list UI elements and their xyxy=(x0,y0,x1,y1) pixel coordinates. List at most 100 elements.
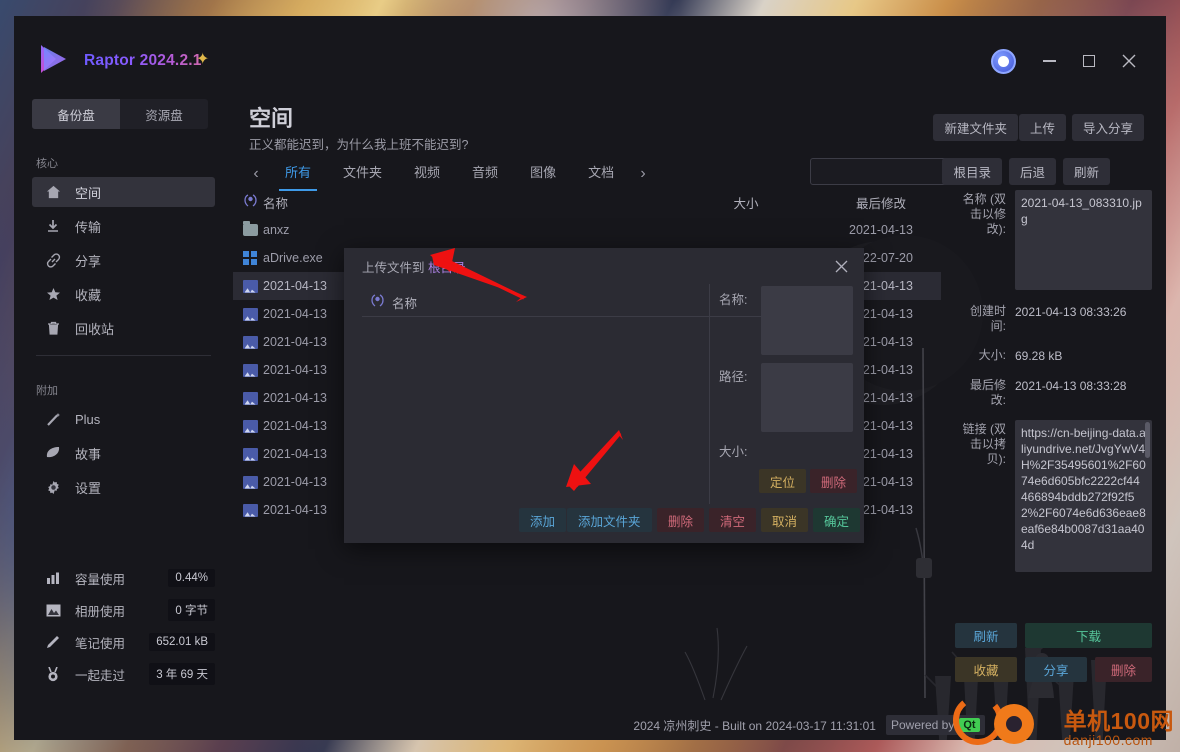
dialog-path-label: 路径: xyxy=(719,370,748,384)
stat-label: 相册使用 xyxy=(75,604,126,619)
leaf-icon xyxy=(41,446,65,460)
detail-button-row-secondary: 收藏 分享 删除 xyxy=(955,657,1152,682)
sidebar-item-space[interactable]: 空间 xyxy=(32,177,215,207)
detail-share-button[interactable]: 分享 xyxy=(1025,657,1087,682)
trash-icon xyxy=(41,321,65,335)
sidebar-item-label: 设置 xyxy=(75,480,102,496)
drive-tab-resource[interactable]: 资源盘 xyxy=(120,99,208,129)
dialog-delete-item-button[interactable]: 删除 xyxy=(810,469,858,493)
stat-value: 0.44% xyxy=(168,569,215,587)
image-icon xyxy=(237,447,263,461)
search-box[interactable] xyxy=(810,158,990,185)
windows-exe-icon xyxy=(237,251,263,265)
page-subtitle: 正义都能迟到，为什么我上班不能迟到? xyxy=(249,138,469,152)
photo-icon xyxy=(41,604,65,617)
laurel-icon xyxy=(362,294,392,310)
refresh-button[interactable]: 刷新 xyxy=(1062,158,1110,185)
detail-refresh-button[interactable]: 刷新 xyxy=(955,623,1017,648)
detail-button-row-primary: 刷新 下载 xyxy=(955,623,1152,648)
image-icon xyxy=(237,391,263,405)
image-icon xyxy=(237,335,263,349)
minimize-button[interactable] xyxy=(1032,44,1066,78)
sidebar-item-label: 传输 xyxy=(75,219,102,235)
download-icon xyxy=(41,219,65,233)
close-icon[interactable] xyxy=(832,257,850,275)
account-avatar[interactable] xyxy=(991,49,1016,74)
detail-panel: 名称 (双击以修改): 2021-04-13_083310.jpg 创建时间: … xyxy=(941,188,1166,702)
tab-audio[interactable]: 音频 xyxy=(456,157,514,191)
stat-label: 笔记使用 xyxy=(75,636,126,651)
watermark-title: 单机100网 xyxy=(1063,708,1174,735)
stat-album-usage: 相册使用 0 字节 xyxy=(32,594,215,626)
sidebar-item-recyclebin[interactable]: 回收站 xyxy=(32,313,215,343)
sidebar-item-story[interactable]: 故事 xyxy=(32,438,215,468)
sidebar: 备份盘 资源盘 核心 空间 传输 分享 收藏 回收站 附加 Plus 故事 设置… xyxy=(14,78,233,740)
dialog-column-name: 名称 xyxy=(392,296,418,311)
star-icon xyxy=(41,287,65,302)
sidebar-item-share[interactable]: 分享 xyxy=(32,245,215,275)
tab-all[interactable]: 所有 xyxy=(269,157,327,191)
home-icon xyxy=(41,185,65,199)
sidebar-item-settings[interactable]: 设置 xyxy=(32,472,215,502)
detail-delete-button[interactable]: 删除 xyxy=(1095,657,1152,682)
root-dir-button[interactable]: 根目录 xyxy=(942,158,1002,185)
upload-button[interactable]: 上传 xyxy=(1018,114,1066,141)
detail-modified-label: 最后修改: xyxy=(969,378,1006,407)
dialog-delete-button[interactable]: 删除 xyxy=(657,508,705,532)
detail-name-label: 名称 (双击以修改): xyxy=(962,192,1006,236)
file-list-header: 名称 大小 最后修改 xyxy=(233,188,941,216)
dialog-confirm-button[interactable]: 确定 xyxy=(813,508,861,532)
dialog-add-folder-button[interactable]: 添加文件夹 xyxy=(567,508,652,532)
dialog-add-button[interactable]: 添加 xyxy=(519,508,567,532)
dialog-clear-button[interactable]: 清空 xyxy=(709,508,757,532)
detail-link-field[interactable]: https://cn-beijing-data.aliyundrive.net/… xyxy=(1015,420,1152,572)
dialog-locate-button[interactable]: 定位 xyxy=(759,469,807,493)
sidebar-item-label: Plus xyxy=(75,411,101,427)
tab-folders[interactable]: 文件夹 xyxy=(327,157,398,191)
detail-link-scrollbar[interactable] xyxy=(1145,422,1150,458)
filter-tabs: ‹ 所有 文件夹 视频 音频 图像 文档 › xyxy=(243,156,656,192)
dialog-cancel-button[interactable]: 取消 xyxy=(761,508,809,532)
close-button[interactable] xyxy=(1112,44,1146,78)
new-folder-button[interactable]: 新建文件夹 xyxy=(933,114,1018,141)
page-title: 空间 xyxy=(249,106,294,131)
sidebar-item-label: 回收站 xyxy=(75,321,115,337)
sidebar-item-transfer[interactable]: 传输 xyxy=(32,211,215,241)
sidebar-item-favorites[interactable]: 收藏 xyxy=(32,279,215,309)
dialog-list-header: 名称 xyxy=(362,290,702,314)
maximize-button[interactable] xyxy=(1072,44,1106,78)
chevron-right-icon[interactable]: › xyxy=(630,159,656,189)
folder-icon xyxy=(237,221,263,236)
bar-chart-icon xyxy=(41,572,65,585)
star-pin-icon[interactable]: ✦ xyxy=(196,52,209,68)
detail-name-field[interactable]: 2021-04-13_083310.jpg xyxy=(1015,190,1152,290)
medal-icon xyxy=(41,666,65,682)
chevron-left-icon[interactable]: ‹ xyxy=(243,159,269,189)
stat-days-together: 一起走过 3 年 69 天 xyxy=(32,658,215,690)
detail-created-label: 创建时间: xyxy=(969,304,1006,333)
drive-tab-group: 备份盘 资源盘 xyxy=(32,99,208,129)
back-button[interactable]: 后退 xyxy=(1008,158,1056,185)
link-icon xyxy=(41,252,65,268)
detail-download-button[interactable]: 下载 xyxy=(1025,623,1152,648)
tab-video[interactable]: 视频 xyxy=(398,157,456,191)
table-row[interactable]: anxz 2021-04-13 xyxy=(233,216,941,244)
stat-note-usage: 笔记使用 652.01 kB xyxy=(32,626,215,658)
column-modified[interactable]: 最后修改 xyxy=(821,193,941,212)
file-modified: 2021-04-13 xyxy=(849,223,913,237)
column-size[interactable]: 大小 xyxy=(671,193,821,212)
dialog-title: 上传文件到 根目录 xyxy=(362,257,466,276)
watermark: 单机100网 danji100.com xyxy=(1064,709,1174,748)
tab-document[interactable]: 文档 xyxy=(572,157,630,191)
column-name[interactable]: 名称 xyxy=(263,193,671,212)
dialog-path-field[interactable] xyxy=(761,363,853,432)
detail-favorite-button[interactable]: 收藏 xyxy=(955,657,1017,682)
gear-icon xyxy=(41,480,65,495)
detail-link-label: 链接 (双击以拷贝): xyxy=(962,422,1006,466)
sidebar-item-plus[interactable]: Plus xyxy=(32,404,215,434)
drive-tab-backup[interactable]: 备份盘 xyxy=(32,99,120,129)
detail-size-value: 69.28 kB xyxy=(1015,349,1063,363)
dialog-name-field[interactable] xyxy=(761,286,853,355)
tab-image[interactable]: 图像 xyxy=(514,157,572,191)
import-share-button[interactable]: 导入分享 xyxy=(1071,114,1144,141)
